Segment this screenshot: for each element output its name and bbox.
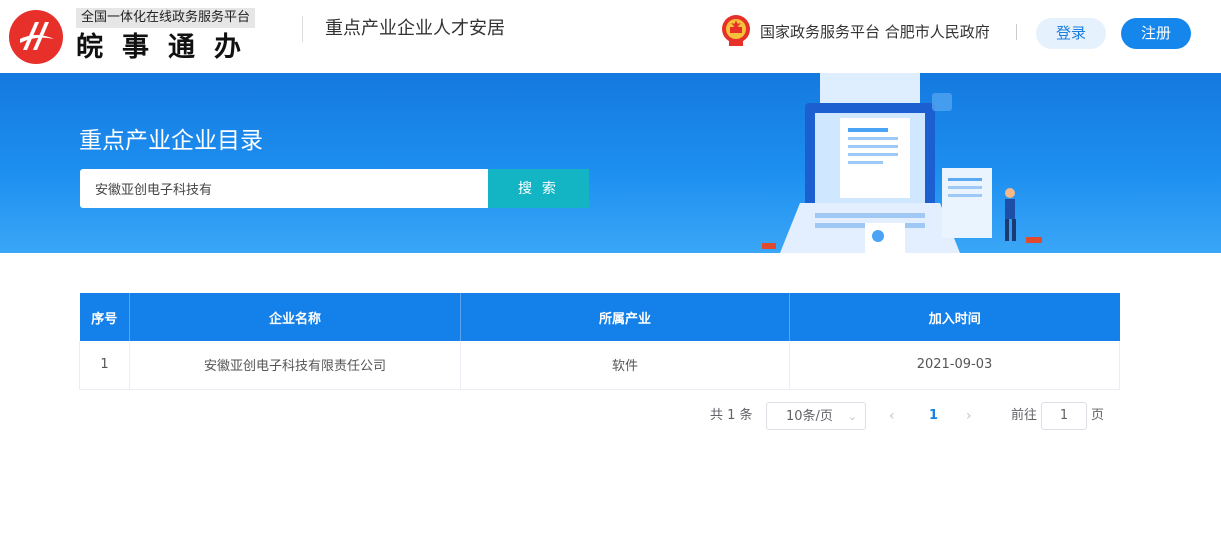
pagination-total: 共 1 条	[710, 408, 753, 423]
laptop-documents-illustration	[762, 73, 1042, 253]
enterprise-table: 序号 企业名称 所属产业 加入时间 1 安徽亚创电子科技有限责任公司 软件 20…	[79, 293, 1120, 390]
brand-name: 皖事通办	[76, 32, 260, 63]
cell-company: 安徽亚创电子科技有限责任公司	[129, 341, 461, 390]
col-header-date: 加入时间	[789, 293, 1120, 341]
gov-links[interactable]: 国家政务服务平台 合肥市人民政府	[760, 22, 990, 42]
national-emblem-icon	[722, 15, 750, 46]
cell-index: 1	[79, 341, 130, 390]
cell-date: 2021-09-03	[789, 341, 1120, 390]
table-row[interactable]: 1 安徽亚创电子科技有限责任公司 软件 2021-09-03	[79, 341, 1120, 390]
chevron-down-icon: ⌄	[847, 410, 857, 423]
col-header-index: 序号	[79, 293, 130, 341]
cell-industry: 软件	[460, 341, 790, 390]
hero-banner: 重点产业企业目录 搜 索	[0, 73, 1221, 253]
goto-page-input[interactable]	[1041, 402, 1087, 430]
portal-title: 重点产业企业人才安居	[325, 18, 505, 39]
header-divider	[302, 16, 303, 42]
col-header-industry: 所属产业	[460, 293, 790, 341]
header-divider-right	[1016, 24, 1017, 40]
banner-title: 重点产业企业目录	[79, 128, 263, 154]
prev-page-icon[interactable]: ‹	[889, 402, 901, 430]
table-header-row: 序号 企业名称 所属产业 加入时间	[79, 293, 1120, 341]
page-suffix-label: 页	[1091, 408, 1105, 423]
goto-label: 前往	[1011, 408, 1038, 423]
next-page-icon[interactable]: ›	[966, 402, 978, 430]
wanshitong-logo-icon[interactable]	[8, 9, 64, 65]
page-size-select[interactable]: 10条/页 ⌄	[766, 402, 866, 430]
top-header: 全国一体化在线政务服务平台 皖事通办 重点产业企业人才安居 国家政务服务平台 合…	[0, 0, 1221, 73]
page-size-value: 10条/页	[786, 409, 833, 424]
page-number-current[interactable]: 1	[929, 402, 941, 430]
search-button[interactable]: 搜 索	[488, 169, 589, 208]
col-header-company: 企业名称	[129, 293, 461, 341]
platform-subtitle: 全国一体化在线政务服务平台	[76, 8, 256, 28]
login-button[interactable]: 登录	[1036, 18, 1106, 49]
search-input[interactable]	[80, 169, 488, 208]
register-button[interactable]: 注册	[1121, 18, 1191, 49]
